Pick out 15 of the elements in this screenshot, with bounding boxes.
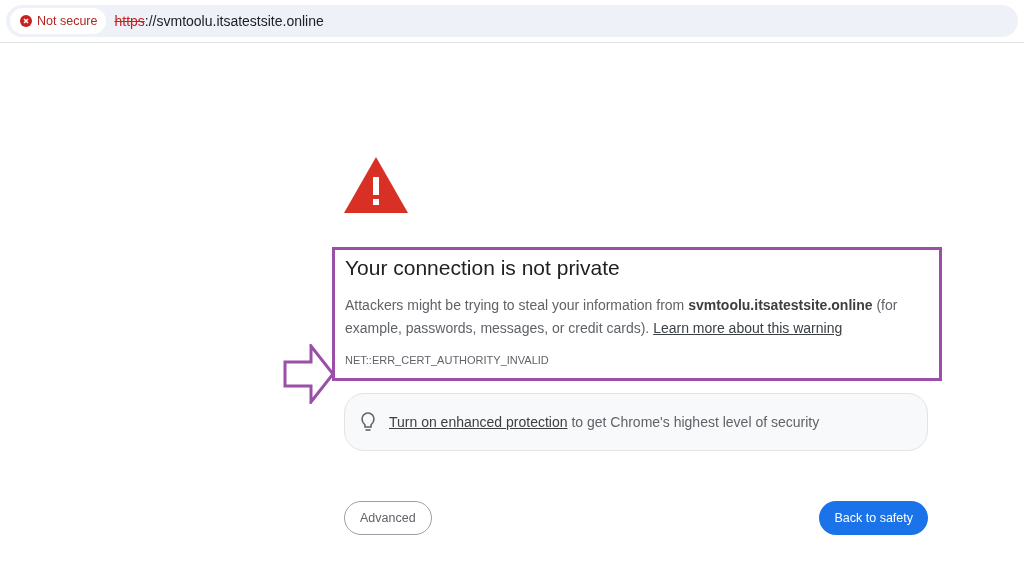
- security-chip[interactable]: Not secure: [10, 8, 107, 34]
- error-icon: [20, 15, 32, 27]
- chip-label: Not secure: [37, 14, 98, 28]
- url-text: ://svmtoolu.itsatestsite.online: [144, 13, 324, 29]
- url-scheme: https: [114, 13, 145, 29]
- page-heading: Your connection is not private: [345, 256, 621, 280]
- protection-text: Turn on enhanced protection to get Chrome's highest level of security: [389, 414, 820, 430]
- warning-text: Attackers might be trying to steal your information from svmtoolu.itsatestsite.online (for example, passwords, messages, or credit cards). Learn more about this warning: [345, 296, 899, 338]
- error-code: NET::ERR_CERT_AUTHORITY_INVALID: [345, 354, 550, 366]
- learn-more-link[interactable]: Learn more about this warning: [653, 320, 843, 336]
- enhanced-protection-link[interactable]: Turn on enhanced protection: [389, 414, 568, 430]
- warning-icon: [344, 157, 408, 213]
- advanced-button[interactable]: Advanced: [344, 501, 432, 535]
- lightbulb-icon: [361, 412, 375, 432]
- back-to-safety-button[interactable]: Back to safety: [819, 501, 928, 535]
